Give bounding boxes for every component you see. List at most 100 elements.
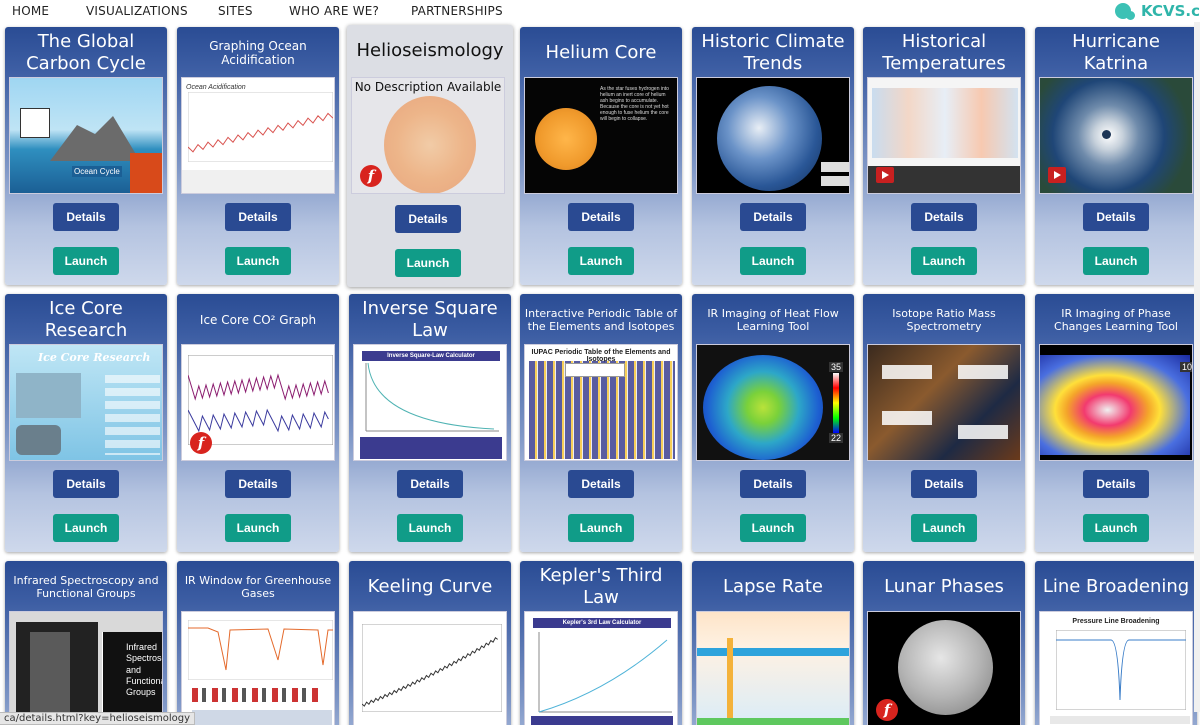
- details-button[interactable]: Details: [740, 470, 806, 498]
- card-thumbnail[interactable]: [181, 611, 335, 725]
- launch-button[interactable]: Launch: [397, 514, 463, 542]
- visualization-card[interactable]: Lunar Phases f: [863, 561, 1025, 725]
- visualization-card[interactable]: Hurricane Katrina Details Launch: [1035, 27, 1197, 285]
- visualization-card[interactable]: IR Imaging of Heat Flow Learning Tool 35…: [692, 294, 854, 552]
- card-title: Lapse Rate: [723, 576, 823, 598]
- visualization-card[interactable]: Historic Climate Trends Details Launch: [692, 27, 854, 285]
- launch-button[interactable]: Launch: [740, 247, 806, 275]
- card-thumbnail[interactable]: Ocean Cycle: [9, 77, 163, 194]
- card-title: Line Broadening: [1042, 576, 1190, 598]
- visualization-card[interactable]: Keeling Curve: [349, 561, 511, 725]
- visualization-card[interactable]: Isotope Ratio Mass Spectrometry Details …: [863, 294, 1025, 552]
- card-title: Keeling Curve: [367, 576, 493, 598]
- visualization-card[interactable]: IR Imaging of Phase Changes Learning Too…: [1035, 294, 1197, 552]
- launch-button[interactable]: Launch: [911, 247, 977, 275]
- visualization-card[interactable]: Interactive Periodic Table of the Elemen…: [520, 294, 682, 552]
- launch-button[interactable]: Launch: [395, 249, 461, 277]
- flash-icon: f: [360, 165, 382, 187]
- visualization-card[interactable]: Helium Core As the star fuses hydrogen i…: [520, 27, 682, 285]
- card-thumbnail[interactable]: 100: [1039, 344, 1193, 461]
- card-title: Kepler's Third Law: [539, 565, 663, 608]
- card-title: Historic Climate Trends: [701, 31, 845, 74]
- card-title: Graphing Ocean Acidification: [209, 38, 307, 67]
- visualization-card[interactable]: Infrared Spectroscopy and Functional Gro…: [5, 561, 167, 725]
- card-thumbnail[interactable]: [1039, 77, 1193, 194]
- visualization-card[interactable]: Kepler's Third Law Kepler's 3rd Law Calc…: [520, 561, 682, 725]
- details-button[interactable]: Details: [568, 470, 634, 498]
- launch-button[interactable]: Launch: [53, 514, 119, 542]
- details-button[interactable]: Details: [225, 470, 291, 498]
- launch-button[interactable]: Launch: [53, 247, 119, 275]
- card-thumbnail[interactable]: 35 22: [696, 344, 850, 461]
- card-thumbnail[interactable]: Kepler's 3rd Law Calculator: [524, 611, 678, 725]
- visualization-card[interactable]: IR Window for Greenhouse Gases: [177, 561, 339, 725]
- card-thumbnail[interactable]: [867, 344, 1021, 461]
- details-button[interactable]: Details: [53, 203, 119, 231]
- card-title: The Global Carbon Cycle: [26, 31, 146, 74]
- launch-button[interactable]: Launch: [225, 514, 291, 542]
- logo-text: KCVS.c: [1141, 2, 1200, 20]
- details-button[interactable]: Details: [53, 470, 119, 498]
- card-thumbnail[interactable]: [696, 77, 850, 194]
- details-button[interactable]: Details: [911, 203, 977, 231]
- nav-home[interactable]: HOME: [12, 4, 49, 18]
- card-title: Ice Core CO² Graph: [199, 312, 317, 327]
- status-bar-url: ca/details.html?key=helioseismology: [0, 712, 195, 725]
- thumb-label: 35: [829, 362, 844, 372]
- card-thumbnail[interactable]: As the star fuses hydrogen into helium a…: [524, 77, 678, 194]
- nav-who-are-we[interactable]: WHO ARE WE?: [289, 4, 379, 18]
- card-title: IR Imaging of Phase Changes Learning Too…: [1054, 306, 1178, 333]
- details-button[interactable]: Details: [568, 203, 634, 231]
- visualization-card[interactable]: Historical Temperatures Details Launch: [863, 27, 1025, 285]
- thumb-label: Ice Core Research: [38, 351, 151, 364]
- visualization-card[interactable]: Helioseismology No Description Available…: [347, 25, 513, 287]
- flash-icon: f: [190, 432, 212, 454]
- card-thumbnail[interactable]: f: [181, 344, 335, 461]
- details-button[interactable]: Details: [911, 470, 977, 498]
- visualization-card[interactable]: Inverse Square Law Inverse Square-Law Ca…: [349, 294, 511, 552]
- details-button[interactable]: Details: [395, 205, 461, 233]
- card-thumbnail[interactable]: [867, 77, 1021, 194]
- details-button[interactable]: Details: [1083, 203, 1149, 231]
- launch-button[interactable]: Launch: [225, 247, 291, 275]
- launch-button[interactable]: Launch: [1083, 514, 1149, 542]
- visualization-card[interactable]: Ice Core CO² Graph f Details Launch: [177, 294, 339, 552]
- visualization-card[interactable]: Graphing Ocean Acidification Ocean Acidi…: [177, 27, 339, 285]
- launch-button[interactable]: Launch: [911, 514, 977, 542]
- details-button[interactable]: Details: [740, 203, 806, 231]
- nav-visualizations[interactable]: VISUALIZATIONS: [86, 4, 188, 18]
- visualization-card[interactable]: Ice Core Research Ice Core Research Deta…: [5, 294, 167, 552]
- play-icon: [876, 167, 894, 183]
- visualization-card[interactable]: Line Broadening Pressure Line Broadening: [1035, 561, 1197, 725]
- launch-button[interactable]: Launch: [568, 247, 634, 275]
- card-thumbnail[interactable]: [353, 611, 507, 725]
- launch-button[interactable]: Launch: [568, 514, 634, 542]
- card-title: Helioseismology: [356, 40, 504, 62]
- visualization-card[interactable]: Lapse Rate: [692, 561, 854, 725]
- launch-button[interactable]: Launch: [740, 514, 806, 542]
- card-title: IR Window for Greenhouse Gases: [184, 573, 332, 600]
- nav-partnerships[interactable]: PARTNERSHIPS: [411, 4, 503, 18]
- card-thumbnail[interactable]: f: [867, 611, 1021, 725]
- nav-sites[interactable]: SITES: [218, 4, 253, 18]
- card-thumbnail[interactable]: Ice Core Research: [9, 344, 163, 461]
- kcvs-logo[interactable]: KCVS.c: [1115, 2, 1200, 20]
- card-thumbnail[interactable]: Pressure Line Broadening: [1039, 611, 1193, 725]
- details-button[interactable]: Details: [1083, 470, 1149, 498]
- card-thumbnail[interactable]: Infrared Spectrosc and Functiona Groups: [9, 611, 163, 725]
- details-button[interactable]: Details: [225, 203, 291, 231]
- card-title: Lunar Phases: [884, 576, 1004, 598]
- card-thumbnail[interactable]: Ocean Acidification: [181, 77, 335, 194]
- launch-button[interactable]: Launch: [1083, 247, 1149, 275]
- flash-icon: f: [876, 699, 898, 721]
- card-title: Inverse Square Law: [362, 298, 498, 341]
- thumb-label: Inverse Square-Law Calculator: [362, 351, 500, 361]
- card-thumbnail[interactable]: [696, 611, 850, 725]
- card-thumbnail[interactable]: IUPAC Periodic Table of the Elements and…: [524, 344, 678, 461]
- card-thumbnail[interactable]: No Description Available f: [351, 77, 505, 194]
- details-button[interactable]: Details: [397, 470, 463, 498]
- page-scrollbar[interactable]: [1194, 22, 1200, 712]
- thumb-label: Ocean Acidification: [186, 84, 246, 91]
- card-thumbnail[interactable]: Inverse Square-Law Calculator: [353, 344, 507, 461]
- visualization-card[interactable]: The Global Carbon Cycle Ocean Cycle Deta…: [5, 27, 167, 285]
